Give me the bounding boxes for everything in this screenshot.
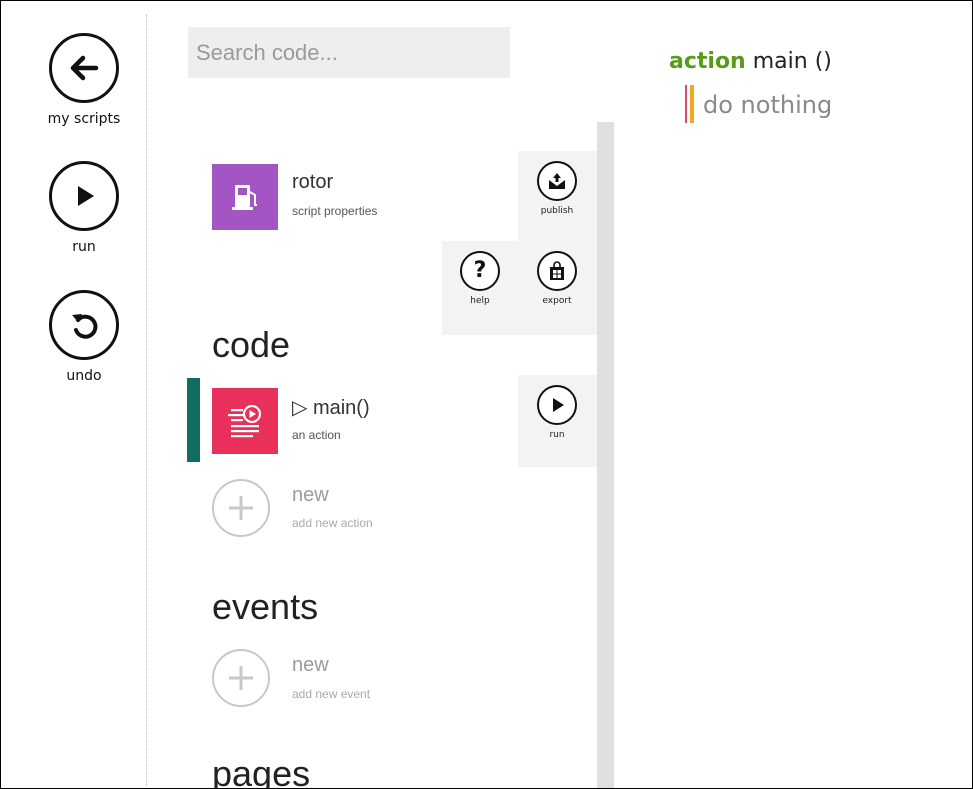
script-tile[interactable] [212,164,278,230]
action-main-title[interactable]: ▷ main() [292,395,370,420]
help-button[interactable]: ? help [450,251,510,306]
my-scripts-label: my scripts [47,111,121,127]
app-window: my scripts run undo rotor script propert… [0,0,973,789]
block-bar-orange [690,85,694,123]
events-section-title: events [212,586,319,627]
run-label: run [72,239,96,255]
publish-icon [537,161,577,201]
code-section-title: code [212,324,291,365]
publish-label: publish [540,206,574,216]
new-event-title[interactable]: new [292,654,329,677]
play-icon [537,385,577,425]
plus-icon [229,666,253,690]
play-icon [49,161,119,231]
arrow-left-icon [49,33,119,103]
add-action-button[interactable] [212,479,270,537]
action-signature-text: main () [752,49,832,74]
store-bag-icon [537,251,577,291]
export-button[interactable]: export [527,251,587,306]
undo-label: undo [66,368,102,384]
left-nav-separator [146,15,147,785]
my-scripts-button[interactable]: my scripts [41,33,127,127]
undo-icon [49,290,119,360]
run-action-button[interactable]: run [527,385,587,440]
selection-marker [187,378,200,462]
new-action-subtitle[interactable]: add new action [292,516,373,530]
action-play-icon [228,404,262,438]
publish-button[interactable]: publish [527,161,587,216]
run-action-label: run [549,430,565,440]
new-event-subtitle[interactable]: add new event [292,687,370,701]
run-button[interactable]: run [41,161,127,255]
gas-pump-icon [232,185,257,210]
action-keyword: action [669,49,746,74]
action-tile[interactable] [212,388,278,454]
pages-section-title: pages [212,753,311,789]
add-event-button[interactable] [212,649,270,707]
block-bar-red [685,85,687,123]
plus-icon [229,496,253,520]
undo-button[interactable]: undo [41,290,127,384]
question-icon: ? [460,251,500,291]
action-main-subtitle[interactable]: an action [292,428,341,442]
scrollbar[interactable] [597,122,614,788]
search-input[interactable] [188,27,510,78]
new-action-title[interactable]: new [292,484,329,507]
help-label: help [470,296,490,306]
action-body[interactable]: do nothing [703,91,832,119]
export-label: export [542,296,572,306]
script-name[interactable]: rotor [292,171,333,194]
script-properties-label[interactable]: script properties [292,204,377,218]
action-signature[interactable]: action main () [669,49,832,74]
